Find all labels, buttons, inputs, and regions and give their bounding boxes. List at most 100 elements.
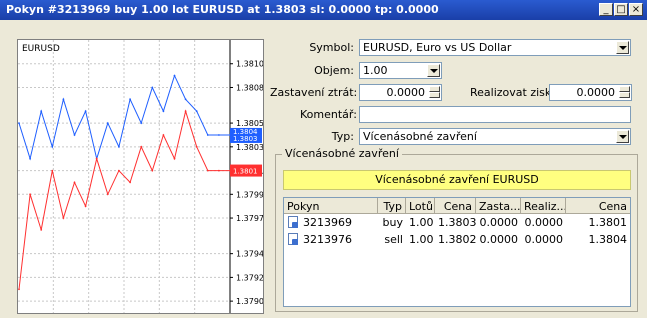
data-point-ask <box>73 134 76 136</box>
y-tick-label: 1.3790 <box>236 297 263 306</box>
stoploss-field[interactable]: 0.0000 <box>359 84 442 101</box>
y-tick-label: 1.3805 <box>236 119 263 128</box>
ask-price-label-2: 1.3803 <box>233 135 258 143</box>
chevron-down-icon[interactable] <box>616 41 629 54</box>
y-tick-label: 1.3794 <box>236 250 263 259</box>
row-sl: 0.0000 <box>479 216 519 229</box>
data-point-bid <box>84 205 87 208</box>
chart-symbol-label: EURUSD <box>22 44 60 54</box>
type-select[interactable]: Vícenásobné zavření <box>359 128 631 145</box>
row-type: sell <box>384 233 403 246</box>
row-current-price: 1.3804 <box>588 233 628 246</box>
data-point-bid <box>151 169 154 172</box>
data-point-ask <box>84 110 87 113</box>
volume-value: 1.00 <box>363 64 388 77</box>
stoploss-value: 0.0000 <box>386 86 426 99</box>
chart-canvas: EURUSD 1.3810 1.3808 1.3805 1.3803 1.3801 1.3… <box>18 40 263 313</box>
data-point-ask <box>118 145 120 148</box>
data-point-bid <box>18 288 20 291</box>
row-price: 1.3803 <box>438 216 477 229</box>
data-point-bid <box>51 169 54 172</box>
row-lots: 1.00 <box>409 216 434 229</box>
data-point-ask <box>18 122 20 124</box>
data-point-ask <box>173 74 176 77</box>
data-point-bid <box>140 145 143 148</box>
data-point-bid <box>118 169 120 172</box>
table-row[interactable]: 3213976 sell 1.00 1.3802 0.0000 0.0000 1… <box>284 231 630 247</box>
data-point-ask <box>195 110 198 113</box>
data-point-ask <box>140 122 143 124</box>
volume-label: Objem: <box>314 64 354 77</box>
chevron-down-icon[interactable] <box>427 64 440 77</box>
data-point-bid <box>106 193 109 196</box>
data-point-bid <box>73 181 76 184</box>
closeby-group-title: Vícenásobné zavření <box>282 147 402 160</box>
row-current-price: 1.3801 <box>588 216 628 229</box>
data-point-ask <box>29 157 31 160</box>
data-point-bid <box>62 217 65 219</box>
col-realizovat[interactable]: Realiz... <box>521 198 566 214</box>
col-lotu[interactable]: Lotů <box>406 198 435 214</box>
bid-price-label: 1.3801 <box>233 168 258 176</box>
col-cena-current[interactable]: Cena <box>566 198 630 214</box>
maximize-button[interactable]: □ <box>614 3 628 16</box>
data-point-bid <box>29 193 31 196</box>
close-button[interactable]: × <box>629 3 643 16</box>
symbol-value: EURUSD, Euro vs US Dollar <box>363 41 512 54</box>
row-type: buy <box>382 216 403 229</box>
stoploss-spinner[interactable] <box>429 86 440 99</box>
col-cena[interactable]: Cena <box>435 198 476 214</box>
data-point-bid <box>184 110 187 113</box>
data-point-ask <box>206 134 209 136</box>
row-sl: 0.0000 <box>479 233 519 246</box>
symbol-select[interactable]: EURUSD, Euro vs US Dollar <box>359 39 631 56</box>
table-row[interactable]: 3213969 buy 1.00 1.3803 0.0000 0.0000 1.… <box>284 214 630 230</box>
order-icon <box>288 216 298 228</box>
data-point-ask <box>62 98 65 101</box>
comment-input[interactable] <box>359 106 631 123</box>
y-tick-label: 1.3808 <box>236 83 263 92</box>
symbol-label: Symbol: <box>309 41 354 54</box>
row-tp: 0.0000 <box>524 216 564 229</box>
minimize-button[interactable]: _ <box>599 3 613 16</box>
window-title: Pokyn #3213969 buy 1.00 lot EURUSD at 1.… <box>6 3 439 16</box>
data-point-bid <box>195 145 198 148</box>
order-icon <box>288 233 298 245</box>
data-point-bid <box>40 229 43 231</box>
y-tick-label: 1.3799 <box>236 190 263 199</box>
takeprofit-spinner[interactable] <box>619 86 630 99</box>
y-tick-label: 1.3792 <box>236 273 263 282</box>
data-point-ask <box>218 134 220 136</box>
row-ticket: 3213976 <box>303 233 352 246</box>
closeby-button[interactable]: Vícenásobné zavření EURUSD <box>283 170 631 190</box>
data-point-ask <box>40 110 43 113</box>
y-tick-label: 1.3797 <box>236 214 263 223</box>
data-point-bid <box>129 181 131 184</box>
data-point-bid <box>162 134 165 136</box>
type-label: Typ: <box>331 130 354 143</box>
col-pokyn[interactable]: Pokyn <box>284 198 378 214</box>
col-zastaveni[interactable]: Zasta... <box>476 198 521 214</box>
col-typ[interactable]: Typ <box>378 198 406 214</box>
orders-table: Pokyn Typ Lotů Cena Zasta... Realiz... C… <box>283 197 631 307</box>
row-price: 1.3802 <box>438 233 477 246</box>
takeprofit-value: 0.0000 <box>576 86 616 99</box>
data-point-ask <box>106 122 109 124</box>
chevron-down-icon[interactable] <box>616 130 629 143</box>
volume-select[interactable]: 1.00 <box>359 62 442 79</box>
data-point-ask <box>129 98 131 101</box>
comment-label: Komentář: <box>300 108 357 121</box>
data-point-ask <box>151 86 154 89</box>
data-point-bid <box>218 169 220 172</box>
row-tp: 0.0000 <box>524 233 564 246</box>
data-point-ask <box>162 110 165 113</box>
stoploss-label: Zastavení ztrát: <box>270 86 358 99</box>
takeprofit-label: Realizovat zisk: <box>470 86 555 99</box>
y-tick-label: 1.3810 <box>236 60 263 69</box>
row-lots: 1.00 <box>409 233 434 246</box>
title-bar: Pokyn #3213969 buy 1.00 lot EURUSD at 1.… <box>0 0 647 20</box>
data-point-ask <box>51 145 54 148</box>
takeprofit-field[interactable]: 0.0000 <box>549 84 632 101</box>
price-chart: EURUSD 1.3810 1.3808 1.3805 1.3803 1.3801 1.3… <box>17 39 264 314</box>
y-tick-label: 1.3803 <box>236 143 263 152</box>
